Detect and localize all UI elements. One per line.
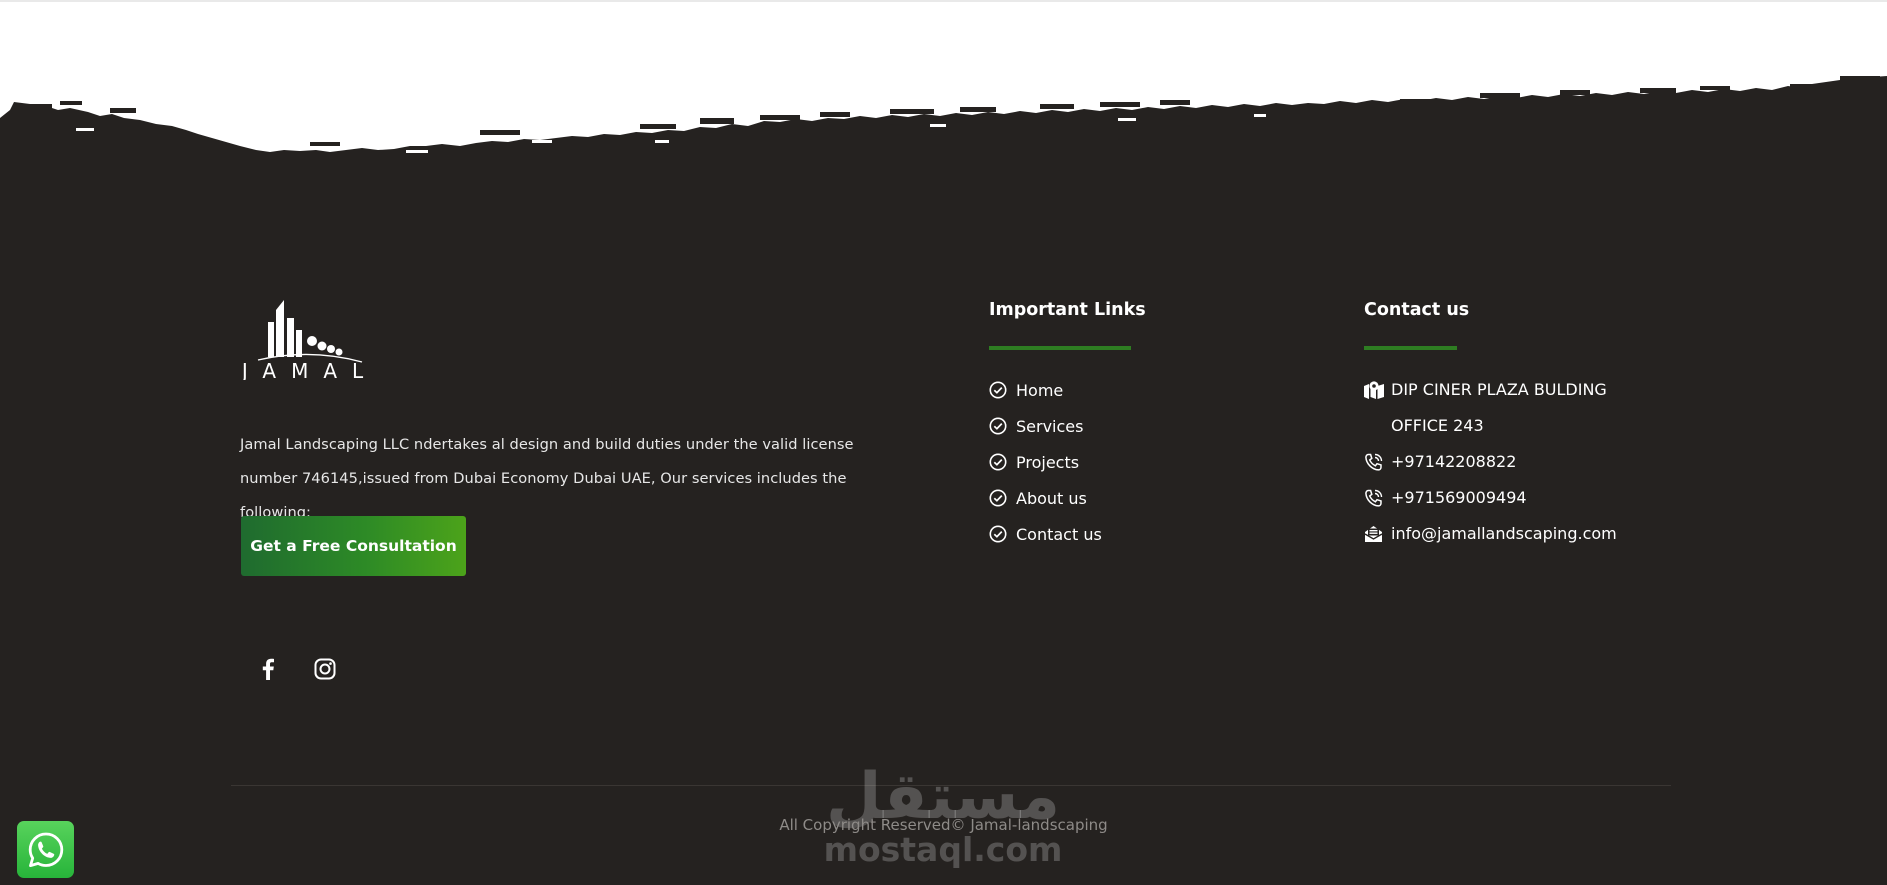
brand-name: JAMAL (240, 359, 378, 380)
contact-phone-1[interactable]: +97142208822 (1364, 444, 1674, 480)
link-services[interactable]: Services (989, 408, 1102, 444)
check-circle-icon (989, 525, 1007, 543)
page: JAMAL Jamal Landscaping LLC ndertakes al… (0, 0, 1887, 885)
copyright-text: All Copyright Reserved© Jamal-landscapin… (779, 816, 1108, 834)
link-about-us[interactable]: About us (989, 480, 1102, 516)
phone-icon (1365, 489, 1383, 507)
link-label: Home (1016, 380, 1064, 400)
watermark-latin: mostaql.com (826, 830, 1060, 868)
link-label: Projects (1016, 452, 1080, 472)
important-links-list: Home Services Projects About us Contact … (989, 372, 1102, 552)
link-label: Services (1016, 416, 1084, 436)
company-description: Jamal Landscaping LLC ndertakes al desig… (240, 435, 854, 521)
contact-phone-2[interactable]: +971569009494 (1364, 480, 1674, 516)
link-label: About us (1016, 488, 1087, 508)
instagram-icon (314, 658, 336, 680)
envelope-icon (1364, 526, 1383, 542)
link-contact-us[interactable]: Contact us (989, 516, 1102, 552)
check-circle-icon (989, 417, 1007, 435)
link-projects[interactable]: Projects (989, 444, 1102, 480)
link-label: Contact us (1016, 524, 1102, 544)
mostaql-watermark: مستقل mostaql.com (826, 760, 1060, 868)
email-text: info@jamallandscaping.com (1391, 524, 1617, 543)
address-text: DIP CINER PLAZA BULDING OFFICE 243 (1391, 380, 1607, 435)
instagram-link[interactable] (311, 655, 339, 683)
map-marker-icon (1364, 381, 1384, 399)
whatsapp-icon (28, 832, 63, 867)
phone-icon (1365, 453, 1383, 471)
phone-2-text: +971569009494 (1391, 488, 1527, 507)
facebook-link[interactable] (254, 655, 282, 683)
contact-address: DIP CINER PLAZA BULDING OFFICE 243 (1364, 372, 1664, 444)
links-title: Important Links (989, 300, 1146, 320)
links-title-underline (989, 346, 1131, 350)
contact-title-underline (1364, 346, 1457, 350)
check-circle-icon (989, 453, 1007, 471)
contact-email[interactable]: info@jamallandscaping.com (1364, 516, 1674, 552)
jamal-logo[interactable]: JAMAL (240, 296, 380, 380)
facebook-icon (262, 658, 274, 680)
check-circle-icon (989, 381, 1007, 399)
check-circle-icon (989, 489, 1007, 507)
contact-title: Contact us (1364, 300, 1470, 320)
link-home[interactable]: Home (989, 372, 1102, 408)
whatsapp-button[interactable] (17, 821, 74, 878)
free-consultation-button[interactable]: Get a Free Consultation (241, 516, 466, 576)
phone-1-text: +97142208822 (1391, 452, 1517, 471)
contact-list: DIP CINER PLAZA BULDING OFFICE 243 +9714… (1364, 372, 1674, 552)
